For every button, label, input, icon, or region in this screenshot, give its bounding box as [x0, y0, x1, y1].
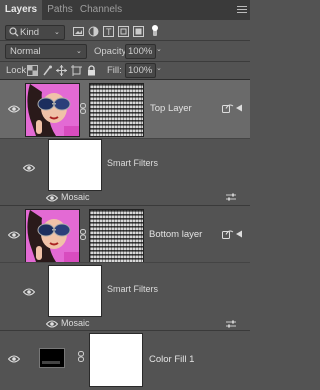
filter-blending-options-icon[interactable] — [226, 193, 236, 201]
divider — [0, 61, 250, 62]
filter-toggle-icon[interactable] — [151, 25, 159, 37]
lock-transparent-pixels-icon[interactable] — [27, 65, 38, 76]
opacity-input[interactable]: 100% — [125, 44, 156, 59]
adjustment-layer-filter-icon[interactable] — [88, 26, 99, 37]
smart-filters-label: Smart Filters — [107, 284, 159, 294]
lock-position-icon[interactable] — [56, 65, 67, 76]
layer-row-bottom-layer[interactable]: Bottom layer — [0, 206, 250, 263]
collapse-triangle-icon[interactable] — [236, 104, 243, 112]
visibility-eye-icon[interactable] — [22, 164, 36, 172]
smart-object-badge-icon — [222, 103, 234, 113]
layer-name[interactable]: Bottom layer — [149, 229, 202, 240]
layer-thumbnail[interactable] — [25, 209, 80, 263]
visibility-eye-icon[interactable] — [7, 355, 21, 363]
opacity-value: 100% — [128, 46, 153, 57]
visibility-eye-icon[interactable] — [45, 194, 59, 202]
chain-link-icon[interactable] — [78, 351, 84, 362]
svg-text:T: T — [106, 27, 112, 37]
fill-color-swatch[interactable] — [39, 348, 65, 368]
fill-value: 100% — [128, 65, 153, 76]
panel-tab-bar: Layers Paths Channels — [0, 0, 250, 20]
visibility-eye-icon[interactable] — [45, 320, 59, 328]
filter-name[interactable]: Mosaic — [61, 192, 90, 202]
lock-all-icon[interactable] — [86, 65, 97, 76]
filter-blending-options-icon[interactable] — [226, 320, 236, 328]
visibility-eye-icon[interactable] — [22, 288, 36, 296]
pixel-layer-filter-icon[interactable] — [73, 26, 84, 37]
layer-name[interactable]: Color Fill 1 — [149, 354, 194, 365]
layer-mask-thumbnail[interactable] — [89, 83, 144, 137]
chain-link-icon[interactable] — [80, 103, 86, 114]
tab-layers[interactable]: Layers — [0, 0, 42, 20]
opacity-dropdown-icon[interactable]: ⌄ — [156, 45, 162, 53]
smart-filter-mask-thumbnail[interactable] — [48, 265, 102, 317]
portrait-thumbnail-image — [26, 84, 79, 136]
type-layer-filter-icon[interactable]: T — [103, 26, 114, 37]
shape-layer-filter-icon[interactable] — [118, 26, 129, 37]
layer-mask-thumbnail[interactable] — [89, 209, 144, 263]
lock-artboard-icon[interactable] — [71, 65, 82, 76]
visibility-eye-icon[interactable] — [7, 231, 21, 239]
smart-filters-row-bottom[interactable]: Smart Filters Mosaic — [0, 263, 250, 329]
blend-mode-select[interactable]: Normal ⌄ — [5, 44, 87, 59]
layer-row-color-fill[interactable]: Color Fill 1 — [0, 331, 250, 390]
fill-dropdown-icon[interactable]: ⌄ — [156, 64, 162, 72]
panel-menu-icon[interactable] — [237, 6, 247, 14]
collapse-triangle-icon[interactable] — [236, 230, 243, 238]
chevron-down-icon: ⌄ — [76, 48, 82, 55]
swatch-indicator — [42, 361, 60, 364]
lock-label: Lock: — [6, 65, 29, 76]
lock-image-pixels-icon[interactable] — [42, 65, 53, 76]
smart-object-filter-icon[interactable] — [133, 26, 144, 37]
smart-filter-mask-thumbnail[interactable] — [48, 139, 102, 191]
portrait-thumbnail-image — [26, 210, 79, 262]
chain-link-icon[interactable] — [80, 229, 86, 240]
opacity-label: Opacity: — [94, 46, 129, 57]
tab-channels[interactable]: Channels — [76, 0, 126, 20]
layer-mask-thumbnail[interactable] — [89, 333, 143, 387]
tab-paths[interactable]: Paths — [43, 0, 77, 20]
layer-thumbnail[interactable] — [25, 83, 80, 137]
blend-mode-value: Normal — [10, 46, 41, 57]
visibility-eye-icon[interactable] — [7, 105, 21, 113]
fill-label: Fill: — [107, 65, 122, 76]
fill-input[interactable]: 100% — [125, 63, 156, 78]
filter-kind-label: Kind — [20, 27, 40, 38]
smart-object-badge-icon — [222, 229, 234, 239]
layer-row-top-layer[interactable]: Top Layer — [0, 80, 250, 138]
filter-name[interactable]: Mosaic — [61, 318, 90, 328]
search-icon — [9, 27, 19, 37]
chevron-down-icon: ⌄ — [54, 29, 60, 36]
filter-kind-select[interactable]: Kind ⌄ — [5, 25, 65, 40]
divider — [0, 40, 250, 41]
layer-name[interactable]: Top Layer — [150, 103, 192, 114]
smart-filters-label: Smart Filters — [107, 158, 159, 168]
smart-filters-row-top[interactable]: Smart Filters Mosaic — [0, 139, 250, 204]
